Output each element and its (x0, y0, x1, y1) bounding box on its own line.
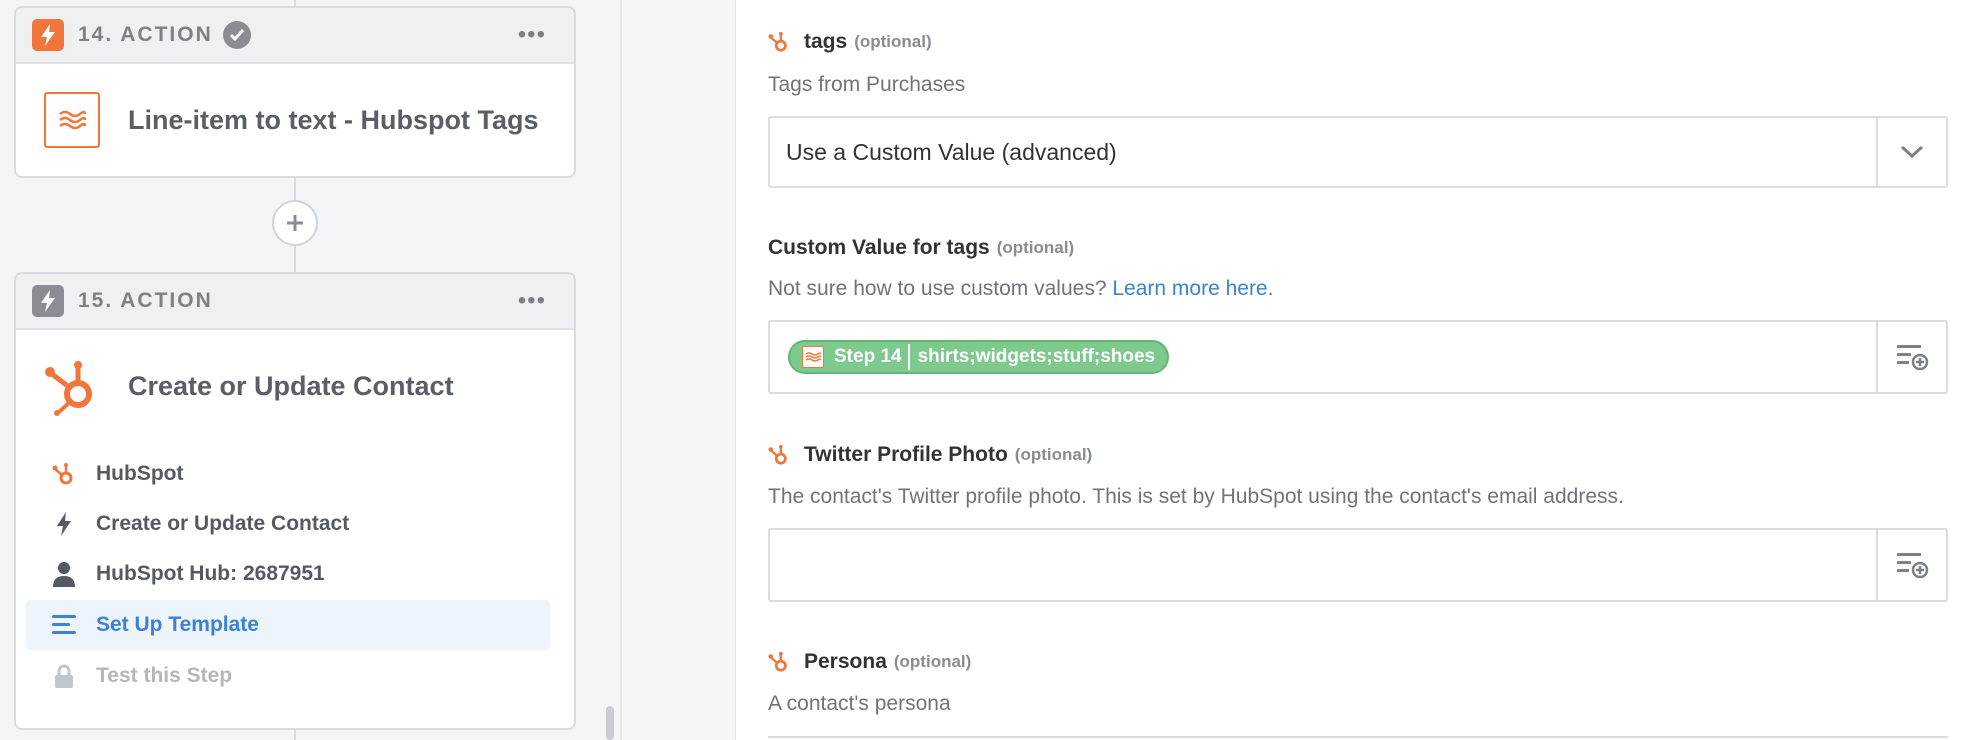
bolt-icon (32, 285, 64, 317)
optional-tag: (optional) (893, 652, 972, 671)
custom-tags-label: Custom Value for tags (optional) (768, 236, 1074, 260)
formatter-icon (802, 346, 824, 368)
formatter-icon (44, 92, 100, 148)
pill-step-label: Step 14 (834, 346, 902, 367)
step-14-title: Line-item to text - Hubspot Tags (128, 104, 539, 135)
hubspot-icon (50, 461, 78, 487)
hubspot-icon (768, 443, 790, 467)
lock-icon (50, 664, 78, 688)
pill-step: Step 14 (796, 344, 910, 370)
optional-tag: (optional) (854, 32, 932, 51)
scrollbar[interactable] (606, 706, 614, 740)
persona-select-edge[interactable] (768, 736, 1948, 740)
help-text: Not sure how to use custom values? (768, 277, 1107, 300)
step-14-header: 14. ACTION ••• (16, 8, 574, 64)
twitter-photo-label: Twitter Profile Photo (optional) (768, 443, 1092, 467)
more-options-icon[interactable]: ••• (518, 289, 546, 313)
step-15-label: 15. ACTION (78, 289, 213, 312)
more-options-icon[interactable]: ••• (518, 23, 546, 47)
step-item-label: HubSpot (96, 462, 184, 485)
step-item-label: Test this Step (96, 664, 233, 687)
step-item-label: Create or Update Contact (96, 512, 350, 535)
tags-select-value: Use a Custom Value (advanced) (786, 138, 1117, 165)
panel-divider (735, 0, 736, 740)
step-item-account[interactable]: HubSpot Hub: 2687951 (26, 549, 550, 599)
hubspot-logo-icon (44, 356, 100, 416)
check-circle-icon (222, 21, 251, 49)
list-icon (50, 614, 78, 636)
insert-field-icon (1897, 553, 1929, 579)
twitter-photo-help: The contact's Twitter profile photo. Thi… (768, 485, 1624, 508)
workflow-panel: 14. ACTION ••• Line-item to text - Hubsp… (0, 0, 620, 740)
field-label-text: Twitter Profile Photo (804, 443, 1008, 466)
optional-tag: (optional) (1014, 445, 1093, 464)
step-14-body: Line-item to text - Hubspot Tags (16, 64, 574, 176)
custom-tags-input[interactable]: Step 14 shirts;widgets;stuff;shoes (768, 320, 1948, 394)
tags-help: Tags from Purchases (768, 73, 966, 96)
tags-select[interactable]: Use a Custom Value (advanced) (768, 116, 1948, 188)
persona-help: A contact's persona (768, 692, 951, 715)
bolt-icon (50, 512, 78, 536)
panel-gutter (622, 0, 736, 740)
step-item-label: Set Up Template (96, 613, 259, 636)
bolt-icon (32, 19, 64, 51)
step-14-label: 14. ACTION (78, 23, 213, 46)
step-item-label: HubSpot Hub: 2687951 (96, 562, 325, 585)
mapped-field-pill[interactable]: Step 14 shirts;widgets;stuff;shoes (788, 340, 1170, 374)
field-label-text: Persona (804, 650, 887, 673)
step-15-title: Create or Update Contact (128, 370, 454, 401)
insert-field-icon (1897, 345, 1929, 371)
pill-value: shirts;widgets;stuff;shoes (917, 346, 1156, 367)
user-icon (50, 561, 78, 587)
persona-label: Persona (optional) (768, 650, 971, 674)
field-label-text: tags (804, 30, 848, 53)
twitter-photo-input[interactable] (768, 528, 1948, 602)
hubspot-icon (768, 30, 790, 54)
insert-field-button[interactable] (1876, 322, 1946, 392)
step-item-set-up-template[interactable]: Set Up Template (26, 600, 550, 650)
step-item-test: Test this Step (26, 651, 550, 701)
learn-more-link[interactable]: Learn more here (1112, 277, 1267, 300)
field-label-text: Custom Value for tags (768, 236, 990, 259)
step-14-card[interactable]: 14. ACTION ••• Line-item to text - Hubsp… (14, 6, 576, 178)
optional-tag: (optional) (996, 238, 1075, 257)
custom-tags-help: Not sure how to use custom values? Learn… (768, 277, 1273, 301)
step-15-header: 15. ACTION ••• (16, 274, 574, 330)
tags-label: tags (optional) (768, 30, 932, 54)
step-15-body: Create or Update Contact (16, 330, 574, 442)
custom-tags-content: Step 14 shirts;widgets;stuff;shoes (770, 340, 1876, 374)
insert-field-button[interactable] (1876, 530, 1946, 600)
plus-icon (287, 215, 303, 231)
chevron-down-icon[interactable] (1876, 118, 1946, 186)
help-text-suffix: . (1267, 277, 1274, 300)
step-item-app[interactable]: HubSpot (26, 449, 550, 499)
step-item-action[interactable]: Create or Update Contact (26, 499, 550, 549)
add-step-button[interactable] (272, 200, 318, 246)
hubspot-icon (768, 650, 790, 674)
